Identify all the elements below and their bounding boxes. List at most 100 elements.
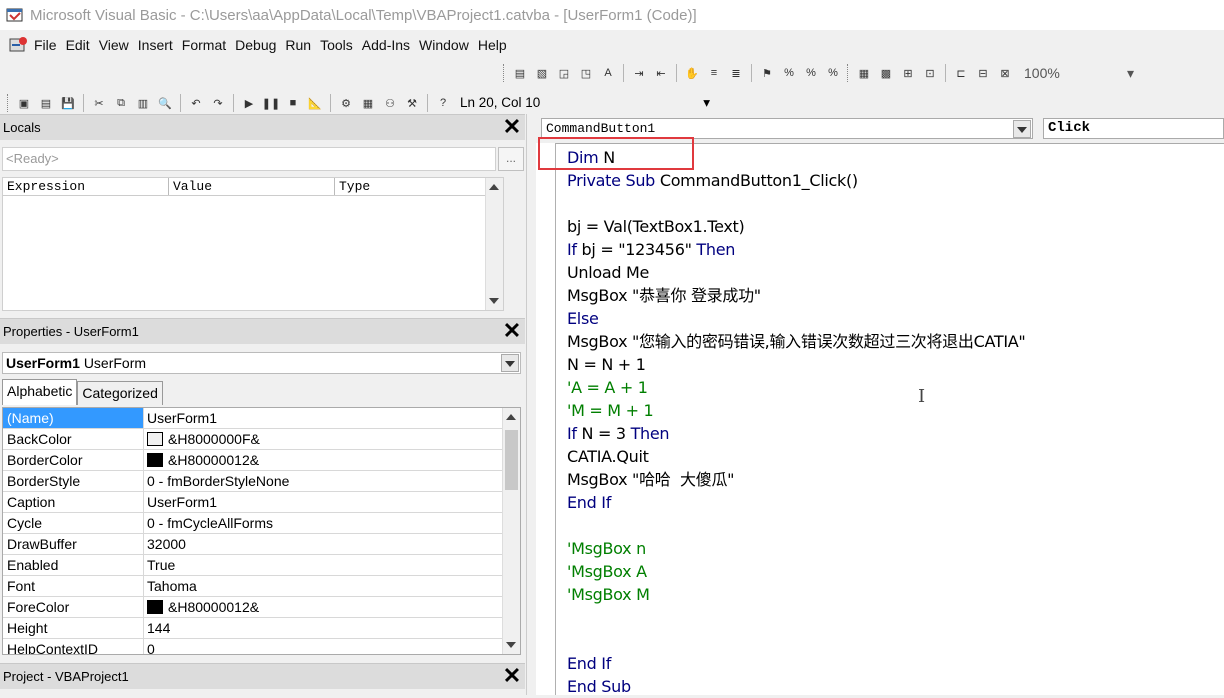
property-name[interactable]: (Name) bbox=[3, 408, 144, 428]
property-row[interactable]: Font Tahoma bbox=[3, 576, 520, 597]
property-row[interactable]: DrawBuffer 32000 bbox=[3, 534, 520, 555]
close-icon[interactable]: ✕ bbox=[501, 664, 523, 688]
run-icon[interactable]: ▶ bbox=[240, 94, 258, 112]
ungroup-icon[interactable]: ⊞ bbox=[899, 64, 917, 82]
tab-categorized[interactable]: Categorized bbox=[77, 381, 163, 405]
next-bookmark-icon[interactable]: % bbox=[780, 64, 798, 82]
center-icon[interactable]: ⊟ bbox=[974, 64, 992, 82]
property-value[interactable]: 32000 bbox=[144, 534, 520, 554]
properties-window-icon[interactable]: ▦ bbox=[359, 94, 377, 112]
code-line[interactable]: 'A = A + 1 bbox=[567, 376, 1217, 399]
property-value[interactable]: 0 bbox=[144, 639, 520, 654]
scroll-up-icon[interactable] bbox=[489, 184, 499, 190]
menu-tools[interactable]: Tools bbox=[320, 37, 353, 53]
property-row[interactable]: HelpContextID 0 bbox=[3, 639, 520, 654]
pane-splitter[interactable] bbox=[526, 114, 536, 695]
indent-icon[interactable]: ⇥ bbox=[630, 64, 648, 82]
property-value[interactable]: UserForm1 bbox=[144, 408, 520, 428]
parameter-info-icon[interactable]: ◳ bbox=[577, 64, 595, 82]
property-row[interactable]: BorderStyle 0 - fmBorderStyleNone bbox=[3, 471, 520, 492]
property-row[interactable]: Cycle 0 - fmCycleAllForms bbox=[3, 513, 520, 534]
previous-bookmark-icon[interactable]: % bbox=[802, 64, 820, 82]
column-type[interactable]: Type bbox=[335, 178, 485, 195]
property-value[interactable]: &H8000000F& bbox=[144, 429, 520, 449]
property-value[interactable]: &H80000012& bbox=[144, 597, 520, 617]
code-line[interactable]: N = N + 1 bbox=[567, 353, 1217, 376]
undo-icon[interactable]: ↶ bbox=[187, 94, 205, 112]
uncomment-block-icon[interactable]: ≣ bbox=[727, 64, 745, 82]
property-value[interactable]: True bbox=[144, 555, 520, 575]
property-row[interactable]: BackColor &H8000000F& bbox=[3, 429, 520, 450]
property-name[interactable]: Cycle bbox=[3, 513, 144, 533]
menu-view[interactable]: View bbox=[99, 37, 129, 53]
locals-scrollbar[interactable] bbox=[485, 178, 503, 310]
scroll-down-icon[interactable] bbox=[506, 642, 516, 648]
tab-alphabetic[interactable]: Alphabetic bbox=[2, 379, 78, 405]
outdent-icon[interactable]: ⇤ bbox=[652, 64, 670, 82]
menu-help[interactable]: Help bbox=[478, 37, 507, 53]
toggle-bookmark-icon[interactable]: ⚑ bbox=[758, 64, 776, 82]
code-line[interactable]: Private Sub CommandButton1_Click() bbox=[567, 169, 1217, 192]
menu-file[interactable]: File bbox=[34, 37, 57, 53]
property-name[interactable]: Caption bbox=[3, 492, 144, 512]
align-left-icon[interactable]: ⊏ bbox=[952, 64, 970, 82]
property-value[interactable]: 0 - fmCycleAllForms bbox=[144, 513, 520, 533]
code-line[interactable] bbox=[567, 629, 1217, 652]
group-icon[interactable]: ▩ bbox=[877, 64, 895, 82]
menu-add-ins[interactable]: Add-Ins bbox=[362, 37, 410, 53]
property-name[interactable]: BorderStyle bbox=[3, 471, 144, 491]
help-icon[interactable]: ? bbox=[434, 94, 452, 112]
quick-info-icon[interactable]: ◲ bbox=[555, 64, 573, 82]
view-object-icon[interactable]: ▣ bbox=[15, 94, 33, 112]
code-line[interactable]: bj = Val(TextBox1.Text) bbox=[567, 215, 1217, 238]
make-same-size-icon[interactable]: ⊠ bbox=[996, 64, 1014, 82]
property-value[interactable]: 144 bbox=[144, 618, 520, 638]
menu-window[interactable]: Window bbox=[419, 37, 469, 53]
code-line[interactable]: Else bbox=[567, 307, 1217, 330]
scroll-down-icon[interactable] bbox=[489, 298, 499, 304]
property-row[interactable]: Height 144 bbox=[3, 618, 520, 639]
property-name[interactable]: DrawBuffer bbox=[3, 534, 144, 554]
code-line[interactable]: 'MsgBox A bbox=[567, 560, 1217, 583]
property-name[interactable]: BackColor bbox=[3, 429, 144, 449]
property-value[interactable]: Tahoma bbox=[144, 576, 520, 596]
column-value[interactable]: Value bbox=[169, 178, 335, 195]
copy-icon[interactable]: ⧉ bbox=[112, 94, 130, 112]
project-explorer-icon[interactable]: ⚙ bbox=[337, 94, 355, 112]
object-browser-icon[interactable]: ⚇ bbox=[381, 94, 399, 112]
comment-block-icon[interactable]: ≡ bbox=[705, 64, 723, 82]
zoom-combo[interactable]: 100% ▾ bbox=[1024, 65, 1134, 82]
property-value[interactable]: 0 - fmBorderStyleNone bbox=[144, 471, 520, 491]
properties-scrollbar[interactable] bbox=[502, 408, 520, 654]
property-row[interactable]: Caption UserForm1 bbox=[3, 492, 520, 513]
column-expression[interactable]: Expression bbox=[3, 178, 169, 195]
code-line[interactable]: 'M = M + 1 bbox=[567, 399, 1217, 422]
property-row[interactable]: (Name) UserForm1 bbox=[3, 408, 520, 429]
property-name[interactable]: Enabled bbox=[3, 555, 144, 575]
code-line[interactable]: If N = 3 Then bbox=[567, 422, 1217, 445]
code-line[interactable]: End If bbox=[567, 652, 1217, 675]
property-value[interactable]: &H80000012& bbox=[144, 450, 520, 470]
menu-format[interactable]: Format bbox=[182, 37, 226, 53]
toolbox-icon[interactable]: ⚒ bbox=[403, 94, 421, 112]
object-combo[interactable]: CommandButton1 bbox=[541, 118, 1033, 139]
code-margin[interactable] bbox=[536, 143, 556, 695]
save-icon[interactable]: 💾 bbox=[59, 94, 77, 112]
chevron-down-icon[interactable] bbox=[1013, 120, 1031, 138]
align-icon[interactable]: ▦ bbox=[855, 64, 873, 82]
menu-insert[interactable]: Insert bbox=[138, 37, 173, 53]
vba-editor-icon[interactable] bbox=[8, 35, 30, 55]
property-value[interactable]: UserForm1 bbox=[144, 492, 520, 512]
code-line[interactable]: 'MsgBox n bbox=[567, 537, 1217, 560]
menu-run[interactable]: Run bbox=[285, 37, 311, 53]
close-icon[interactable]: ✕ bbox=[501, 319, 523, 343]
cut-icon[interactable]: ✂ bbox=[90, 94, 108, 112]
paste-icon[interactable]: ▥ bbox=[134, 94, 152, 112]
property-name[interactable]: BorderColor bbox=[3, 450, 144, 470]
procedure-combo[interactable]: Click bbox=[1043, 118, 1224, 139]
list-constants-icon[interactable]: ▧ bbox=[533, 64, 551, 82]
property-name[interactable]: HelpContextID bbox=[3, 639, 144, 654]
toggle-breakpoint-icon[interactable]: ✋ bbox=[683, 64, 701, 82]
code-line[interactable]: MsgBox "您输入的密码错误,输入错误次数超过三次将退出CATIA" bbox=[567, 330, 1217, 353]
property-row[interactable]: Enabled True bbox=[3, 555, 520, 576]
